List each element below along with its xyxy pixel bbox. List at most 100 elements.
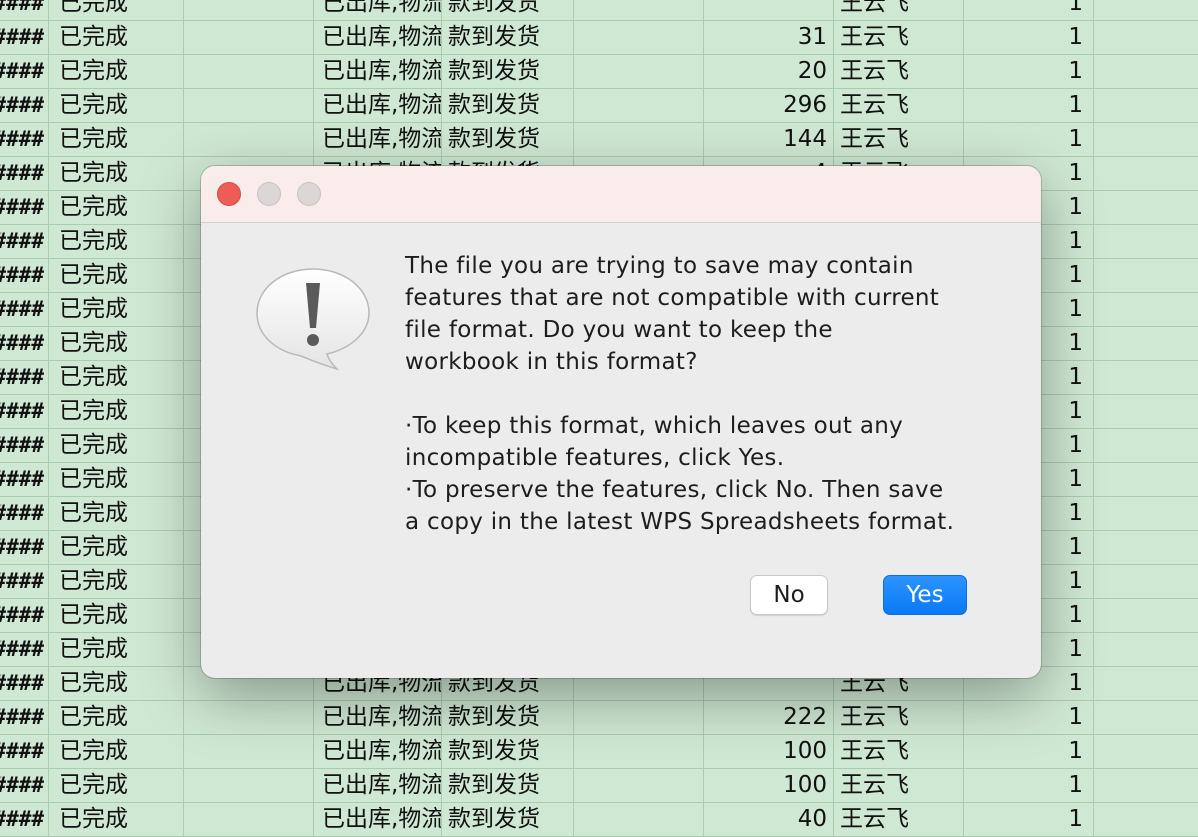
empty-cell[interactable]: [1094, 89, 1198, 122]
payment-cell[interactable]: 款到发货: [442, 701, 574, 734]
shipping-status-cell[interactable]: 已出库,物流: [314, 803, 442, 836]
payment-cell[interactable]: 款到发货: [442, 55, 574, 88]
status-cell[interactable]: 已完成: [49, 327, 184, 360]
empty-cell[interactable]: [574, 735, 704, 768]
status-cell[interactable]: 已完成: [49, 0, 184, 20]
empty-cell[interactable]: [184, 55, 314, 88]
date-cell[interactable]: ####: [0, 293, 49, 326]
payment-cell[interactable]: 款到发货: [442, 0, 574, 20]
date-cell[interactable]: ####: [0, 463, 49, 496]
empty-cell[interactable]: [1094, 531, 1198, 564]
shipping-status-cell[interactable]: 已出库,物流: [314, 701, 442, 734]
empty-cell[interactable]: [1094, 803, 1198, 836]
amount-cell[interactable]: 100: [704, 769, 834, 802]
amount-cell[interactable]: 31: [704, 21, 834, 54]
date-cell[interactable]: ####: [0, 259, 49, 292]
handler-cell[interactable]: 王云飞: [834, 123, 964, 156]
date-cell[interactable]: ####: [0, 157, 49, 190]
date-cell[interactable]: ####: [0, 769, 49, 802]
empty-cell[interactable]: [184, 769, 314, 802]
quantity-cell[interactable]: 1: [964, 21, 1094, 54]
status-cell[interactable]: 已完成: [49, 463, 184, 496]
empty-cell[interactable]: [1094, 123, 1198, 156]
payment-cell[interactable]: 款到发货: [442, 89, 574, 122]
empty-cell[interactable]: [1094, 633, 1198, 666]
amount-cell[interactable]: 40: [704, 803, 834, 836]
handler-cell[interactable]: 王云飞: [834, 735, 964, 768]
shipping-status-cell[interactable]: 已出库,物流: [314, 0, 442, 20]
payment-cell[interactable]: 款到发货: [442, 735, 574, 768]
quantity-cell[interactable]: 1: [964, 123, 1094, 156]
date-cell[interactable]: ####: [0, 531, 49, 564]
date-cell[interactable]: ####: [0, 123, 49, 156]
empty-cell[interactable]: [1094, 497, 1198, 530]
date-cell[interactable]: ####: [0, 21, 49, 54]
date-cell[interactable]: ####: [0, 599, 49, 632]
yes-button[interactable]: Yes: [883, 575, 967, 615]
status-cell[interactable]: 已完成: [49, 599, 184, 632]
empty-cell[interactable]: [1094, 735, 1198, 768]
date-cell[interactable]: ####: [0, 191, 49, 224]
empty-cell[interactable]: [574, 21, 704, 54]
date-cell[interactable]: ####: [0, 803, 49, 836]
quantity-cell[interactable]: 1: [964, 735, 1094, 768]
empty-cell[interactable]: [1094, 293, 1198, 326]
empty-cell[interactable]: [1094, 599, 1198, 632]
status-cell[interactable]: 已完成: [49, 735, 184, 768]
date-cell[interactable]: ####: [0, 225, 49, 258]
handler-cell[interactable]: 王云飞: [834, 701, 964, 734]
status-cell[interactable]: 已完成: [49, 395, 184, 428]
no-button[interactable]: No: [750, 575, 828, 615]
status-cell[interactable]: 已完成: [49, 55, 184, 88]
empty-cell[interactable]: [1094, 327, 1198, 360]
empty-cell[interactable]: [184, 803, 314, 836]
date-cell[interactable]: ####: [0, 429, 49, 462]
date-cell[interactable]: ####: [0, 701, 49, 734]
empty-cell[interactable]: [1094, 463, 1198, 496]
handler-cell[interactable]: 王云飞: [834, 21, 964, 54]
payment-cell[interactable]: 款到发货: [442, 21, 574, 54]
date-cell[interactable]: ####: [0, 633, 49, 666]
empty-cell[interactable]: [1094, 565, 1198, 598]
quantity-cell[interactable]: 1: [964, 89, 1094, 122]
status-cell[interactable]: 已完成: [49, 565, 184, 598]
empty-cell[interactable]: [1094, 701, 1198, 734]
date-cell[interactable]: ####: [0, 89, 49, 122]
empty-cell[interactable]: [1094, 429, 1198, 462]
status-cell[interactable]: 已完成: [49, 21, 184, 54]
status-cell[interactable]: 已完成: [49, 633, 184, 666]
empty-cell[interactable]: [574, 0, 704, 20]
handler-cell[interactable]: 王云飞: [834, 55, 964, 88]
empty-cell[interactable]: [1094, 0, 1198, 20]
empty-cell[interactable]: [574, 803, 704, 836]
status-cell[interactable]: 已完成: [49, 497, 184, 530]
status-cell[interactable]: 已完成: [49, 769, 184, 802]
amount-cell[interactable]: [704, 0, 834, 20]
status-cell[interactable]: 已完成: [49, 225, 184, 258]
status-cell[interactable]: 已完成: [49, 531, 184, 564]
shipping-status-cell[interactable]: 已出库,物流: [314, 89, 442, 122]
date-cell[interactable]: ####: [0, 395, 49, 428]
amount-cell[interactable]: 144: [704, 123, 834, 156]
amount-cell[interactable]: 100: [704, 735, 834, 768]
handler-cell[interactable]: 王云飞: [834, 89, 964, 122]
shipping-status-cell[interactable]: 已出库,物流: [314, 769, 442, 802]
status-cell[interactable]: 已完成: [49, 429, 184, 462]
status-cell[interactable]: 已完成: [49, 259, 184, 292]
date-cell[interactable]: ####: [0, 361, 49, 394]
status-cell[interactable]: 已完成: [49, 191, 184, 224]
empty-cell[interactable]: [184, 21, 314, 54]
empty-cell[interactable]: [1094, 259, 1198, 292]
empty-cell[interactable]: [184, 701, 314, 734]
status-cell[interactable]: 已完成: [49, 361, 184, 394]
empty-cell[interactable]: [574, 55, 704, 88]
empty-cell[interactable]: [574, 769, 704, 802]
empty-cell[interactable]: [574, 123, 704, 156]
quantity-cell[interactable]: 1: [964, 0, 1094, 20]
empty-cell[interactable]: [1094, 157, 1198, 190]
amount-cell[interactable]: 296: [704, 89, 834, 122]
amount-cell[interactable]: 222: [704, 701, 834, 734]
empty-cell[interactable]: [184, 89, 314, 122]
status-cell[interactable]: 已完成: [49, 667, 184, 700]
empty-cell[interactable]: [1094, 361, 1198, 394]
